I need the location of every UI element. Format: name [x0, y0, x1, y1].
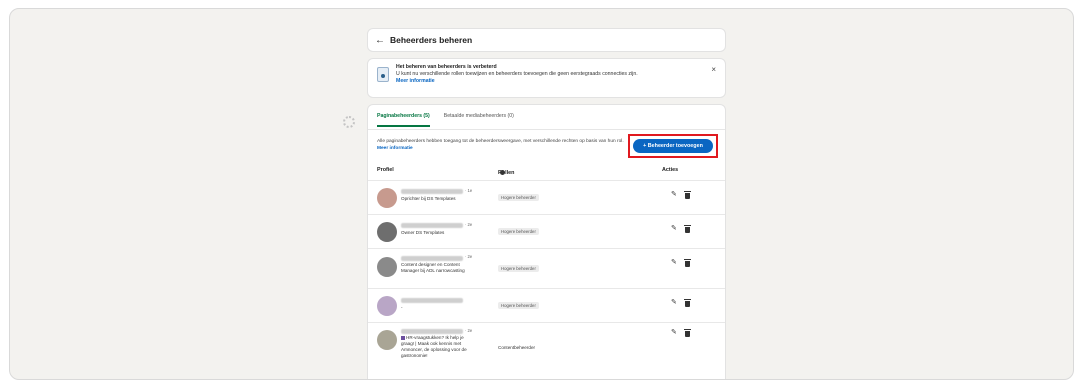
tab-paid-media-admins[interactable]: Betaalde mediabeheerders (0) [444, 113, 514, 127]
page-header: ← Beheerders beheren [367, 28, 726, 52]
notice-more-info-link[interactable]: Meer informatie [396, 78, 717, 85]
column-profile: Profiel [377, 167, 394, 173]
emoji-icon [401, 335, 405, 340]
notice-title: Het beheren van beheerders is verbeterd [396, 64, 497, 70]
edit-pencil-icon[interactable]: ✎ [671, 224, 677, 232]
profile-name-blurred[interactable] [401, 256, 463, 261]
page-title: Beheerders beheren [390, 35, 473, 45]
info-icon[interactable] [500, 170, 505, 175]
notice-body: U kunt nu verschillende rollen toewijzen… [396, 71, 638, 77]
arrow-left-icon[interactable]: ← [375, 35, 385, 46]
connection-degree: · 1e [465, 188, 473, 193]
edit-pencil-icon[interactable]: ✎ [671, 258, 677, 266]
profile-headline: HR-vraagstukken? Ik help je graag! | Maa… [401, 335, 467, 358]
role-badge: Hogere beheerder [498, 265, 539, 272]
loading-spinner-icon [343, 116, 355, 128]
connection-degree: · 2e [465, 254, 473, 259]
edit-pencil-icon[interactable]: ✎ [671, 298, 677, 306]
page-background: ← Beheerders beheren Het beheren van beh… [9, 8, 1074, 380]
admins-description: Alle paginabeheerders hebben toegang tot… [377, 138, 627, 152]
profile-headline: - [401, 305, 403, 310]
role-badge: Hogere beheerder [498, 302, 539, 309]
add-admin-button[interactable]: + Beheerder toevoegen [633, 139, 713, 153]
admin-tabs: Paginabeheerders (5) Betaalde mediabehee… [377, 113, 514, 127]
trash-icon[interactable] [684, 191, 691, 199]
edit-pencil-icon[interactable]: ✎ [671, 328, 677, 336]
close-icon[interactable]: × [711, 65, 716, 74]
table-row: · 2e Content designer en Content Manager… [368, 248, 725, 288]
role-badge: Hogere beheerder [498, 228, 539, 235]
table-header: Profiel Rollen Acties [377, 167, 679, 176]
profile-headline: Content designer en Content Manager bij … [401, 262, 465, 273]
add-admin-highlight: + Beheerder toevoegen [628, 134, 718, 158]
connection-degree: · 2e [465, 328, 473, 333]
avatar[interactable] [377, 222, 397, 242]
trash-icon[interactable] [684, 329, 691, 337]
trash-icon[interactable] [684, 225, 691, 233]
column-actions: Acties [662, 167, 679, 173]
profile-name-blurred[interactable] [401, 329, 463, 334]
tab-divider [368, 129, 725, 130]
profile-name-blurred[interactable] [401, 189, 463, 194]
role-label: Contentbeheerder [498, 345, 536, 350]
table-row: · 1e Oprichter bij DS Templates Hogere b… [368, 180, 725, 214]
tab-page-admins[interactable]: Paginabeheerders (5) [377, 113, 430, 127]
avatar[interactable] [377, 296, 397, 316]
profile-headline: Owner DS Templates [401, 230, 445, 235]
edit-pencil-icon[interactable]: ✎ [671, 190, 677, 198]
profile-name-blurred[interactable] [401, 223, 463, 228]
admin-badge-icon [377, 67, 389, 82]
trash-icon[interactable] [684, 299, 691, 307]
role-badge: Hogere beheerder [498, 194, 539, 201]
table-row: · 2e Owner DS Templates Hogere beheerder… [368, 214, 725, 248]
avatar[interactable] [377, 188, 397, 208]
profile-name-blurred[interactable] [401, 298, 463, 303]
table-row: · 2e HR-vraagstukken? Ik help je graag! … [368, 322, 725, 379]
description-text: Alle paginabeheerders hebben toegang tot… [377, 139, 624, 144]
profile-headline: Oprichter bij DS Templates [401, 196, 456, 201]
trash-icon[interactable] [684, 259, 691, 267]
improvement-notice: Het beheren van beheerders is verbeterd … [367, 58, 726, 98]
avatar[interactable] [377, 330, 397, 350]
description-more-info-link[interactable]: Meer informatie [377, 146, 413, 151]
admins-panel: Paginabeheerders (5) Betaalde mediabehee… [367, 104, 726, 379]
table-row: - Hogere beheerder ✎ [368, 288, 725, 322]
avatar[interactable] [377, 257, 397, 277]
connection-degree: · 2e [465, 222, 473, 227]
